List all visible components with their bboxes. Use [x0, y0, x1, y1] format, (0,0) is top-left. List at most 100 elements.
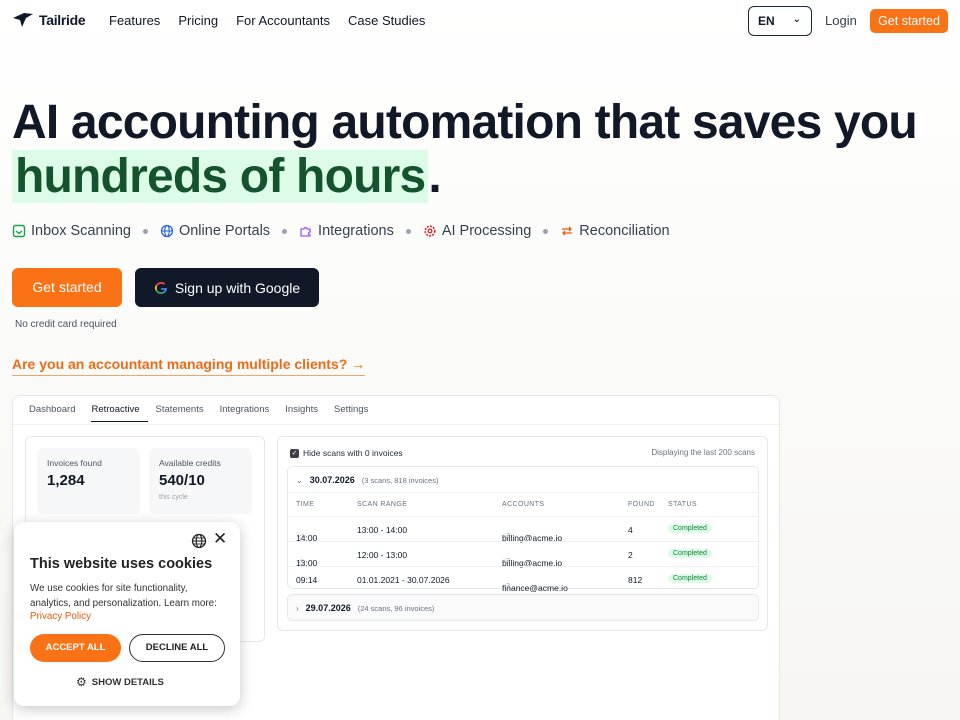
hide-scans-label: Hide scans with 0 invoices	[303, 448, 403, 458]
column-header: FOUND	[628, 501, 655, 508]
nav-links: Features Pricing For Accountants Case St…	[109, 13, 425, 28]
tab-dashboard[interactable]: Dashboard	[29, 404, 83, 422]
scan-group-header[interactable]: › 29.07.2026 (24 scans, 96 invoices)	[296, 603, 434, 613]
cog-icon	[424, 225, 436, 237]
feature-label: Inbox Scanning	[31, 223, 131, 239]
hide-empty-scans-toggle[interactable]: ✓ Hide scans with 0 invoices	[290, 448, 403, 458]
row-range: 13:00 - 14:00	[357, 525, 408, 535]
clock-icon: ◷	[299, 534, 306, 541]
row-found: 4	[628, 525, 633, 535]
tab-statements[interactable]: Statements	[156, 404, 212, 422]
row-time: 09:14	[296, 575, 318, 585]
cookie-title: This website uses cookies	[30, 556, 213, 572]
row-range: 01.01.2021 - 30.07.2026	[357, 575, 450, 585]
no-credit-card-note: No credit card required	[15, 319, 117, 330]
google-signup-label: Sign up with Google	[174, 279, 301, 296]
stat-value: 1,284	[47, 472, 85, 489]
separator-dot	[543, 228, 549, 234]
tab-insights[interactable]: Insights	[285, 404, 326, 422]
google-icon	[154, 281, 167, 294]
chevron-down-icon: ⌄	[792, 14, 801, 25]
show-details-button[interactable]: ⚙ SHOW DETAILS	[76, 675, 164, 689]
hero-title-line1: AI accounting automation that saves you	[12, 96, 918, 149]
chevron-right-icon: ›	[296, 603, 299, 613]
stat-sub: this cycle	[159, 494, 188, 501]
table-row[interactable]: 13:00 ◷ 12:00 - 13:00 billing@acme.io +3 …	[288, 541, 758, 568]
login-link[interactable]: Login	[825, 13, 857, 28]
scan-group-expanded: ⌄ 30.07.2026 (3 scans, 818 invoices) TIM…	[287, 466, 759, 593]
brand-logo[interactable]: Tailride	[12, 12, 86, 28]
google-signup-button[interactable]: Sign up with Google	[135, 268, 319, 307]
scan-group-date: 29.07.2026	[305, 603, 351, 613]
top-nav: Tailride Features Pricing For Accountant…	[0, 0, 960, 42]
gear-icon: ⚙	[76, 675, 87, 689]
language-value: EN	[758, 14, 775, 28]
separator-dot	[405, 228, 411, 234]
accept-all-button[interactable]: ACCEPT ALL	[30, 634, 121, 662]
feature-ai-processing: AI Processing	[423, 223, 531, 239]
column-header: SCAN RANGE	[357, 501, 408, 508]
scan-group-collapsed[interactable]: › 29.07.2026 (24 scans, 96 invoices)	[287, 594, 759, 621]
row-found: 2	[628, 550, 633, 560]
feature-reconciliation: Reconciliation	[560, 223, 670, 239]
tab-integrations[interactable]: Integrations	[220, 404, 278, 422]
table-row[interactable]: 14:00 ◷ 13:00 - 14:00 billing@acme.io +3 …	[288, 516, 758, 543]
stat-value: 540/10	[159, 472, 205, 489]
table-row[interactable]: 09:14 01.01.2021 - 30.07.2026 finance@ac…	[288, 566, 758, 593]
feature-list: Inbox Scanning Online Portals Integratio…	[12, 223, 670, 239]
stat-available-credits: Available credits 540/10 this cycle	[149, 448, 252, 514]
displaying-count: Displaying the last 200 scans	[651, 448, 755, 457]
feature-label: Reconciliation	[579, 223, 670, 239]
hero-title-highlight: hundreds of hours	[12, 150, 429, 203]
privacy-policy-link[interactable]: Privacy Policy	[30, 611, 91, 622]
table-header: TIME SCAN RANGE ACCOUNTS FOUND STATUS	[288, 492, 758, 516]
separator-dot	[282, 228, 288, 234]
swap-icon	[562, 226, 573, 236]
column-header: ACCOUNTS	[502, 501, 545, 508]
decline-all-button[interactable]: DECLINE ALL	[129, 634, 225, 662]
tab-retroactive[interactable]: Retroactive	[91, 404, 148, 422]
feature-label: AI Processing	[441, 223, 532, 239]
nav-link-for-accountants[interactable]: For Accountants	[236, 13, 330, 28]
language-globe-icon[interactable]	[191, 533, 207, 549]
feature-integrations: Integrations	[299, 223, 394, 239]
scan-history-card: ✓ Hide scans with 0 invoices Displaying …	[277, 436, 768, 631]
stat-label: Invoices found	[47, 458, 102, 468]
nav-link-features[interactable]: Features	[109, 13, 160, 28]
show-details-label: SHOW DETAILS	[91, 676, 164, 688]
scan-group-header[interactable]: ⌄ 30.07.2026 (3 scans, 818 invoices)	[296, 475, 438, 485]
language-select[interactable]: EN ⌄	[748, 6, 812, 36]
stat-label: Available credits	[159, 458, 221, 468]
divider	[13, 424, 779, 425]
hero-title-end: .	[428, 150, 441, 203]
nav-link-pricing[interactable]: Pricing	[178, 13, 218, 28]
scan-group-date: 30.07.2026	[309, 475, 355, 485]
nav-get-started-button[interactable]: Get started	[870, 9, 948, 33]
cookie-text: We use cookies for site functionality, a…	[30, 583, 217, 609]
separator-dot	[142, 228, 148, 234]
column-header: TIME	[296, 501, 315, 508]
globe-icon	[160, 224, 174, 238]
status-badge: Completed	[668, 524, 712, 533]
brand-name: Tailride	[39, 12, 86, 28]
hero-title: AI accounting automation that saves you …	[12, 96, 918, 204]
get-started-button[interactable]: Get started	[12, 268, 122, 307]
tab-settings[interactable]: Settings	[334, 404, 376, 422]
scan-group-meta: (3 scans, 818 invoices)	[361, 475, 439, 485]
column-header: STATUS	[668, 501, 697, 508]
feature-online-portals: Online Portals	[160, 223, 270, 239]
row-range: 12:00 - 13:00	[357, 550, 408, 560]
puzzle-icon	[300, 226, 311, 237]
feature-inbox-scanning: Inbox Scanning	[12, 223, 131, 239]
status-badge: Completed	[668, 574, 712, 583]
accountant-link[interactable]: Are you an accountant managing multiple …	[12, 356, 366, 376]
checkbox-checked-icon[interactable]: ✓	[290, 448, 299, 458]
feature-label: Online Portals	[178, 223, 271, 239]
stat-invoices-found: Invoices found 1,284	[37, 448, 140, 514]
feature-label: Integrations	[318, 223, 394, 239]
nav-link-case-studies[interactable]: Case Studies	[348, 13, 425, 28]
status-badge: Completed	[668, 549, 712, 558]
clock-icon: ◷	[299, 559, 306, 566]
bird-logo-icon	[12, 12, 34, 28]
close-icon[interactable]: ✕	[213, 530, 227, 547]
